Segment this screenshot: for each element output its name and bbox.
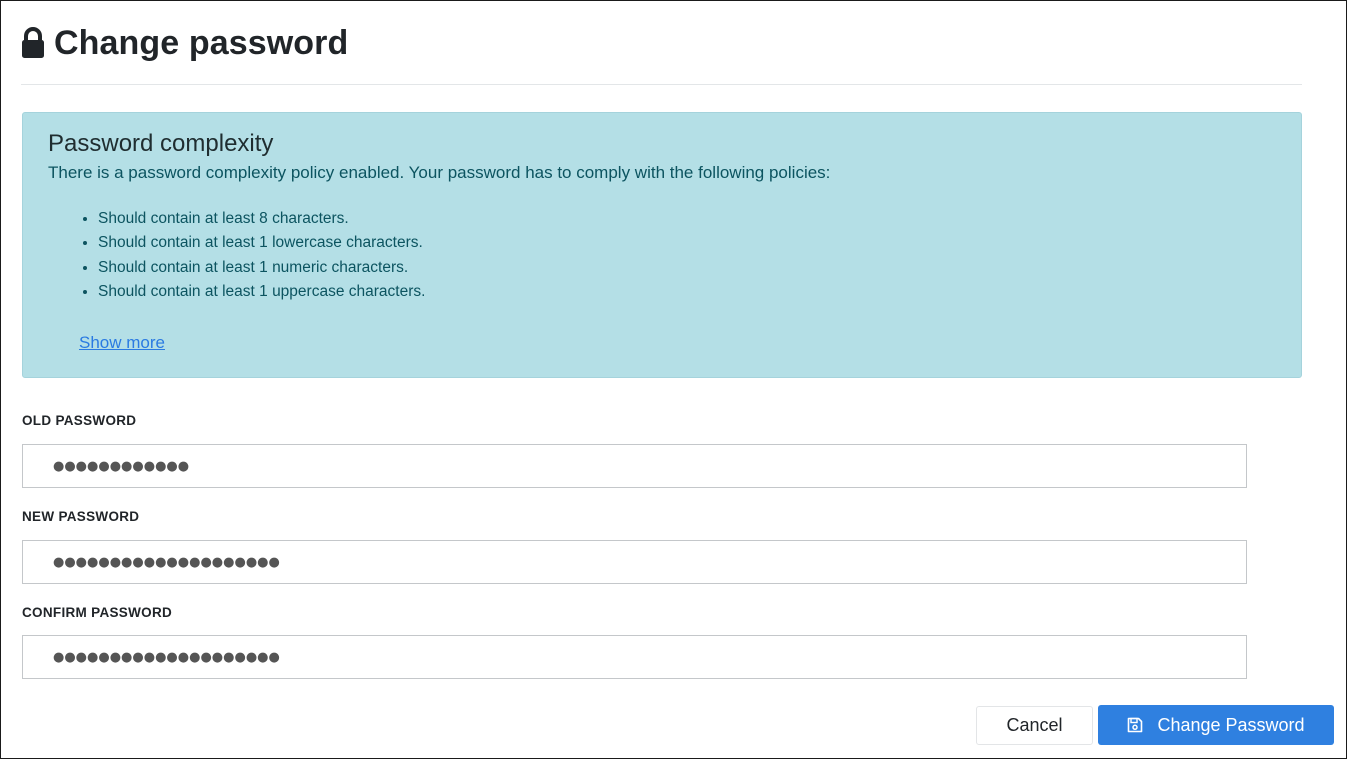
- lock-icon: [21, 27, 45, 59]
- cancel-button-label: Cancel: [1006, 715, 1063, 735]
- header-divider: [21, 84, 1302, 85]
- complexity-description: There is a password complexity policy en…: [48, 163, 831, 182]
- cancel-button[interactable]: Cancel: [976, 706, 1093, 745]
- confirm-password-input[interactable]: [22, 635, 1247, 679]
- password-complexity-alert: Password complexity There is a password …: [22, 112, 1302, 378]
- old-password-input[interactable]: [22, 444, 1247, 488]
- old-password-label: OLD PASSWORD: [22, 413, 137, 428]
- policy-item: Should contain at least 1 lowercase char…: [98, 231, 425, 255]
- new-password-label: NEW PASSWORD: [22, 509, 140, 524]
- change-password-button-label: Change Password: [1157, 714, 1305, 735]
- confirm-password-label: CONFIRM PASSWORD: [22, 605, 173, 620]
- show-more-link[interactable]: Show more: [79, 333, 165, 353]
- complexity-title: Password complexity: [48, 130, 274, 157]
- page-title: Change password: [54, 23, 349, 62]
- new-password-input[interactable]: [22, 540, 1247, 584]
- change-password-button[interactable]: Change Password: [1098, 705, 1334, 745]
- policy-item: Should contain at least 1 numeric charac…: [98, 256, 425, 280]
- policy-item: Should contain at least 1 uppercase char…: [98, 280, 425, 304]
- policy-list: Should contain at least 8 characters. Sh…: [48, 207, 425, 304]
- page-header: Change password: [21, 23, 348, 63]
- save-icon: [1127, 717, 1143, 733]
- change-password-dialog: Change password Password complexity Ther…: [0, 0, 1347, 759]
- policy-item: Should contain at least 8 characters.: [98, 207, 425, 231]
